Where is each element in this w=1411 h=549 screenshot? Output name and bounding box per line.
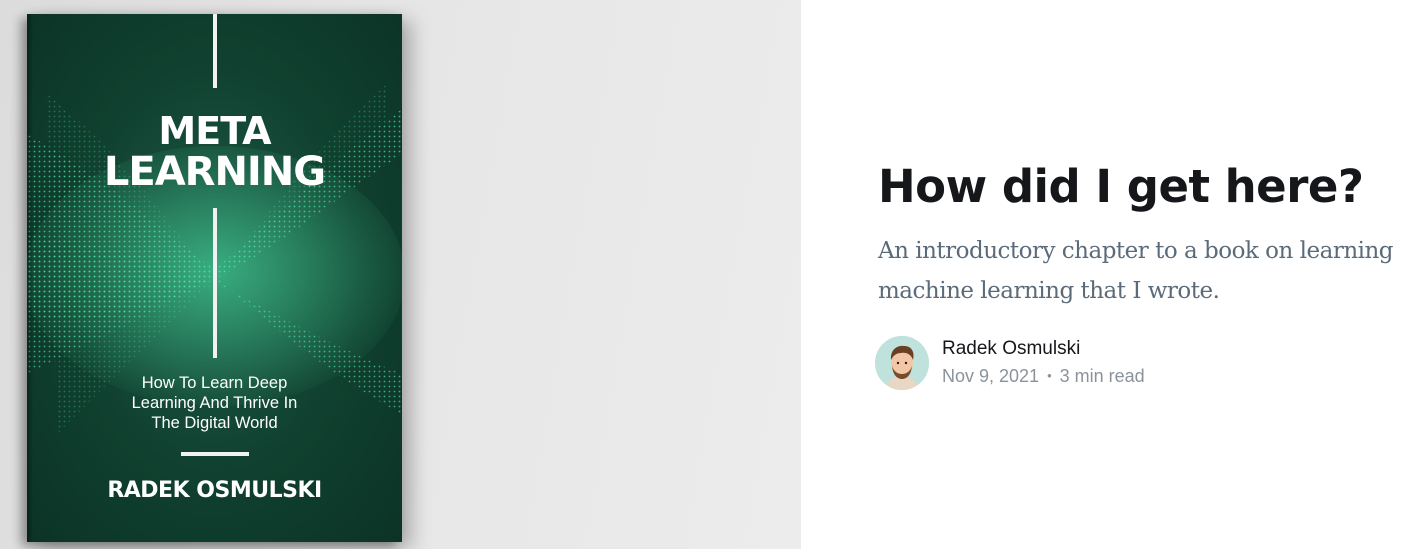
post-date: Nov 9, 2021 (942, 366, 1040, 386)
post-header: How did I get here? An introductory chap… (875, 0, 1411, 549)
cover-title-line-2: LEARNING (103, 149, 326, 195)
cover-title-line-1: META (158, 109, 271, 153)
cover-author: RADEK OSMULSKI (107, 478, 322, 503)
cover-divider-middle (213, 208, 217, 358)
post-meta: Nov 9, 2021 • 3 min read (942, 366, 1145, 387)
book-cover: META LEARNING How To Learn Deep Learning… (27, 14, 402, 542)
cover-divider-bar (181, 452, 249, 456)
cover-subtitle: How To Learn Deep Learning And Thrive In… (87, 373, 342, 433)
post-excerpt: An introductory chapter to a book on lea… (878, 238, 1394, 304)
meta-separator: • (1047, 368, 1052, 383)
cover-subtitle-line: How To Learn Deep (141, 374, 288, 392)
avatar-illustration-icon (875, 336, 929, 390)
cover-divider-top (213, 14, 217, 88)
post-title: How did I get here? (878, 160, 1364, 213)
cover-subtitle-line: Learning And Thrive In (131, 394, 298, 412)
feature-image: META LEARNING How To Learn Deep Learning… (0, 0, 801, 549)
cover-subtitle-line: The Digital World (151, 414, 278, 432)
author-name-link[interactable]: Radek Osmulski (942, 338, 1080, 360)
book-spine-shade (27, 14, 33, 542)
reading-time: 3 min read (1059, 366, 1145, 386)
author-avatar[interactable] (875, 336, 929, 390)
